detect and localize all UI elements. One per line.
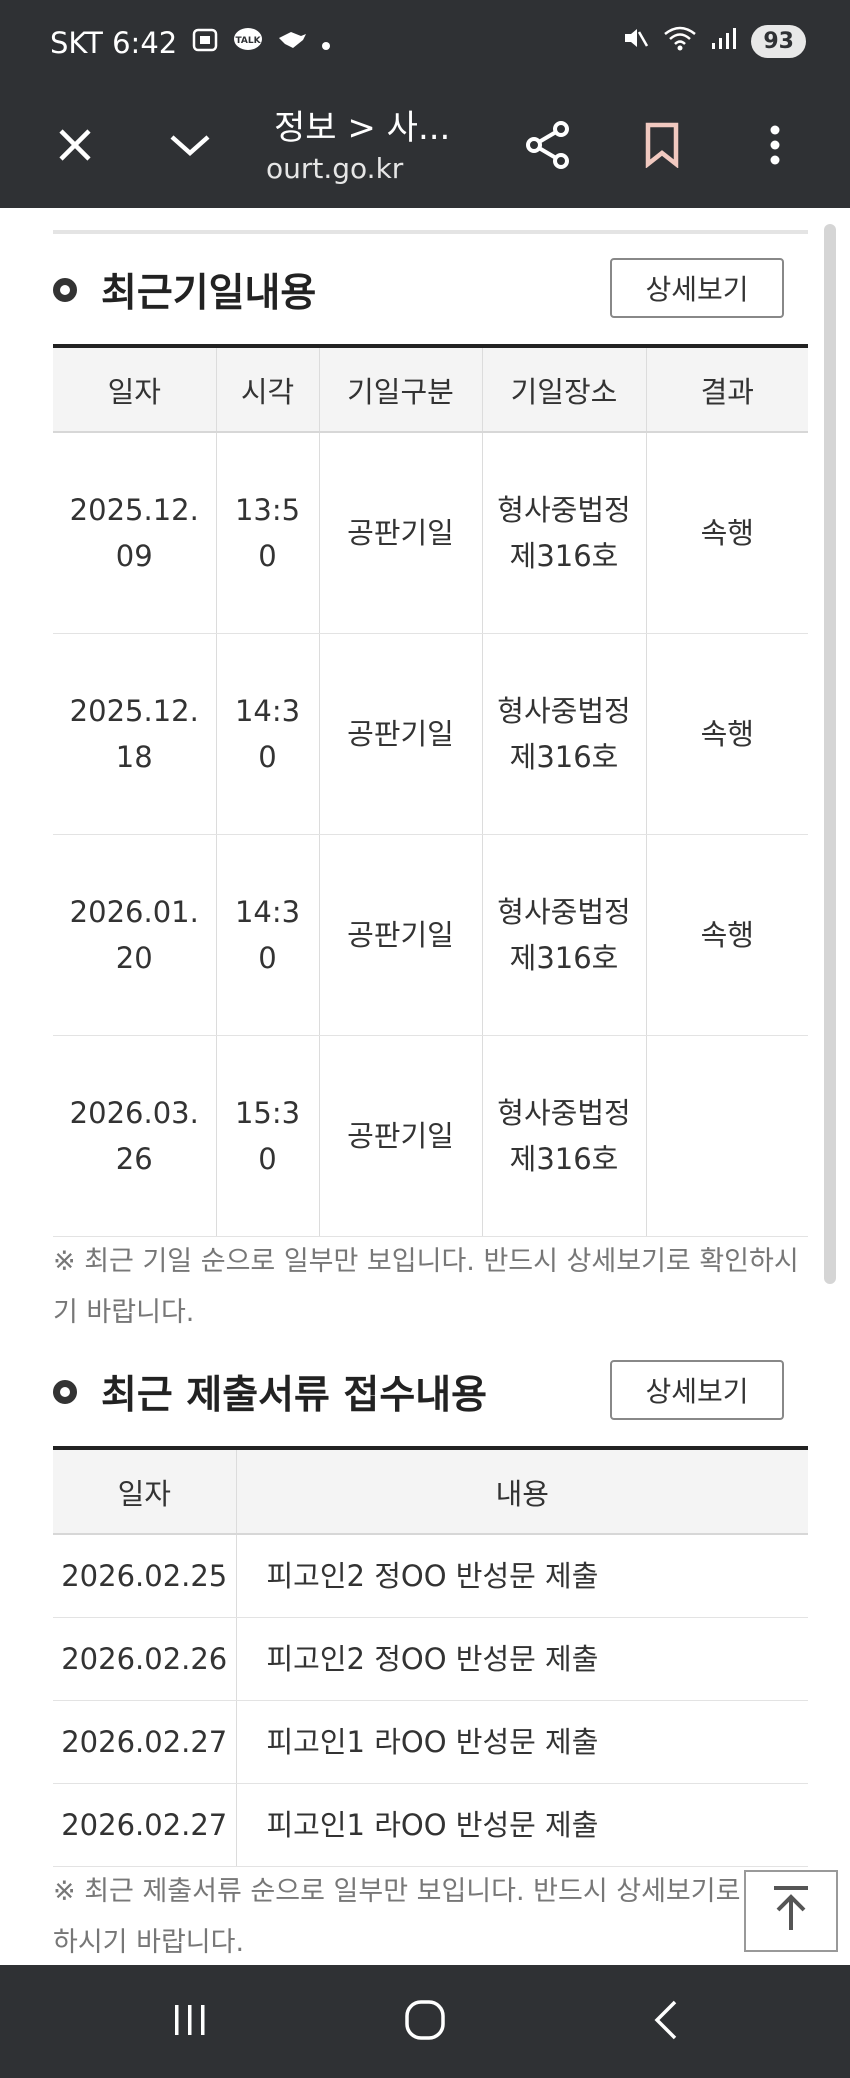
scrollbar[interactable] bbox=[824, 224, 836, 1284]
hearing-type: 공판기일 bbox=[319, 633, 483, 835]
hearing-type: 공판기일 bbox=[319, 834, 483, 1036]
hearing-date: 2026.03.26 bbox=[53, 1035, 217, 1237]
svg-text:TALK: TALK bbox=[236, 36, 262, 46]
hearing-result: 속행 bbox=[646, 633, 808, 835]
hearings-detail-button[interactable]: 상세보기 bbox=[610, 258, 784, 318]
column-header: 시각 bbox=[216, 346, 320, 433]
table-row: 2026.01.20 14:30 공판기일 형사중법정 제316호 속행 bbox=[53, 834, 808, 1036]
bullet-icon bbox=[53, 278, 77, 302]
column-header: 기일구분 bbox=[319, 346, 483, 433]
document-content: 피고인1 라OO 반성문 제출 bbox=[236, 1783, 808, 1867]
document-date: 2026.02.27 bbox=[53, 1700, 237, 1784]
table-row: 2025.12.18 14:30 공판기일 형사중법정 제316호 속행 bbox=[53, 633, 808, 835]
close-icon bbox=[55, 125, 95, 169]
bookmark-icon bbox=[644, 122, 680, 172]
status-bar: SKT 6:42 TALK 93 bbox=[0, 0, 850, 86]
page-content: 최근기일내용 상세보기 일자 시각 기일구분 기일장소 결과 2025.12.0… bbox=[0, 208, 850, 1965]
hearing-place: 형사중법정 제316호 bbox=[482, 1035, 647, 1237]
hearing-result bbox=[646, 1035, 808, 1237]
bookmark-button[interactable] bbox=[640, 86, 684, 208]
column-header: 내용 bbox=[236, 1448, 808, 1535]
hearings-title: 최근기일내용 bbox=[101, 271, 317, 316]
signal-icon bbox=[711, 26, 737, 56]
column-header: 기일장소 bbox=[482, 346, 647, 433]
document-content: 피고인2 정OO 반성문 제출 bbox=[236, 1534, 808, 1618]
hearing-type: 공판기일 bbox=[319, 1035, 483, 1237]
browser-app-bar: 정보 > 사... ourt.go.kr bbox=[0, 86, 850, 208]
hearing-date: 2026.01.20 bbox=[53, 834, 217, 1036]
hearing-place: 형사중법정 제316호 bbox=[482, 633, 647, 835]
mute-icon bbox=[621, 24, 649, 58]
documents-note: ※ 최근 제출서류 순으로 일부만 보입니다. 반드시 상세보기로 확인하시기 … bbox=[53, 1876, 799, 1958]
home-icon bbox=[404, 1999, 446, 2045]
table-row: 2026.03.26 15:30 공판기일 형사중법정 제316호 bbox=[53, 1035, 808, 1237]
documents-title: 최근 제출서류 접수내용 bbox=[101, 1373, 487, 1418]
chevron-down-icon bbox=[168, 131, 212, 163]
document-date: 2026.02.25 bbox=[53, 1534, 237, 1618]
hearing-result: 속행 bbox=[646, 432, 808, 634]
share-icon bbox=[525, 120, 571, 174]
recent-apps-icon bbox=[170, 2002, 210, 2042]
scroll-to-top-button[interactable] bbox=[744, 1870, 838, 1952]
bird-icon bbox=[277, 28, 307, 58]
hearings-table: 일자 시각 기일구분 기일장소 결과 2025.12.09 13:50 공판기일… bbox=[53, 344, 808, 1237]
hearings-section-header: 최근기일내용 상세보기 bbox=[53, 258, 808, 328]
table-header-row: 일자 시각 기일구분 기일장소 결과 bbox=[53, 346, 808, 433]
documents-detail-button[interactable]: 상세보기 bbox=[610, 1360, 784, 1420]
arrow-up-icon bbox=[768, 1884, 814, 1938]
section-divider bbox=[53, 230, 808, 234]
dot-icon bbox=[321, 29, 331, 57]
battery-level: 93 bbox=[751, 24, 806, 58]
share-button[interactable] bbox=[520, 86, 576, 208]
table-row: 2026.02.26 피고인2 정OO 반성문 제출 bbox=[53, 1617, 808, 1701]
column-header: 결과 bbox=[646, 346, 808, 433]
hearing-time: 14:30 bbox=[216, 633, 320, 835]
hearing-place: 형사중법정 제316호 bbox=[482, 834, 647, 1036]
hearing-result: 속행 bbox=[646, 834, 808, 1036]
column-header: 일자 bbox=[53, 346, 217, 433]
more-vertical-icon bbox=[769, 124, 781, 170]
home-button[interactable] bbox=[385, 1965, 465, 2078]
hearings-note: ※ 최근 기일 순으로 일부만 보입니다. 반드시 상세보기로 확인하시기 바랍… bbox=[53, 1246, 799, 1328]
hearing-date: 2025.12.09 bbox=[53, 432, 217, 634]
table-row: 2026.02.25 피고인2 정OO 반성문 제출 bbox=[53, 1534, 808, 1618]
document-date: 2026.02.26 bbox=[53, 1617, 237, 1701]
documents-section-header: 최근 제출서류 접수내용 상세보기 bbox=[53, 1360, 808, 1430]
talk-icon: TALK bbox=[233, 27, 263, 59]
carrier-time: SKT 6:42 bbox=[50, 26, 178, 60]
back-button[interactable] bbox=[626, 1965, 706, 2078]
column-header: 일자 bbox=[53, 1448, 237, 1535]
hearing-time: 13:50 bbox=[216, 432, 320, 634]
table-row: 2026.02.27 피고인1 라OO 반성문 제출 bbox=[53, 1783, 808, 1867]
document-content: 피고인1 라OO 반성문 제출 bbox=[236, 1700, 808, 1784]
hearing-time: 14:30 bbox=[216, 834, 320, 1036]
hearing-date: 2025.12.18 bbox=[53, 633, 217, 835]
close-button[interactable] bbox=[44, 86, 106, 208]
table-row: 2026.02.27 피고인1 라OO 반성문 제출 bbox=[53, 1700, 808, 1784]
bullet-icon bbox=[53, 1380, 77, 1404]
back-icon bbox=[651, 1998, 681, 2046]
hearing-place: 형사중법정 제316호 bbox=[482, 432, 647, 634]
documents-table: 일자 내용 2026.02.25 피고인2 정OO 반성문 제출 2026.02… bbox=[53, 1446, 808, 1867]
recent-apps-button[interactable] bbox=[150, 1965, 230, 2078]
document-content: 피고인2 정OO 반성문 제출 bbox=[236, 1617, 808, 1701]
table-header-row: 일자 내용 bbox=[53, 1448, 808, 1535]
document-date: 2026.02.27 bbox=[53, 1783, 237, 1867]
table-row: 2025.12.09 13:50 공판기일 형사중법정 제316호 속행 bbox=[53, 432, 808, 634]
hearing-time: 15:30 bbox=[216, 1035, 320, 1237]
screenshot-icon bbox=[191, 27, 219, 59]
page-url[interactable]: ourt.go.kr bbox=[266, 152, 403, 185]
page-title[interactable]: 정보 > 사... bbox=[274, 100, 450, 149]
more-options-button[interactable] bbox=[760, 86, 790, 208]
system-nav-bar bbox=[0, 1965, 850, 2078]
hearing-type: 공판기일 bbox=[319, 432, 483, 634]
wifi-icon bbox=[663, 24, 697, 58]
collapse-button[interactable] bbox=[162, 86, 218, 208]
